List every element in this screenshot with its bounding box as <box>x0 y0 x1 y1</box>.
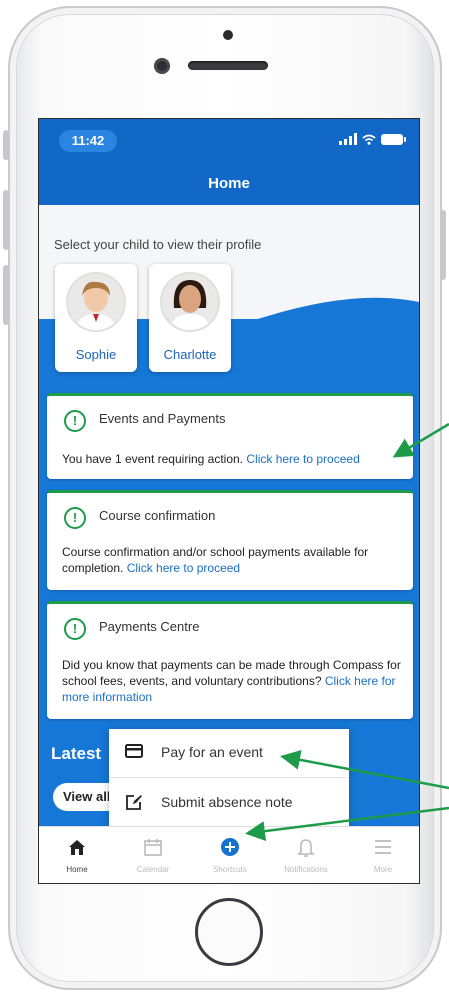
annotation-arrows <box>245 422 449 842</box>
arrow-to-shortcuts-tab <box>245 806 449 842</box>
arrow-to-pay-event <box>280 749 449 790</box>
arrow-to-proceed-link <box>392 422 449 458</box>
